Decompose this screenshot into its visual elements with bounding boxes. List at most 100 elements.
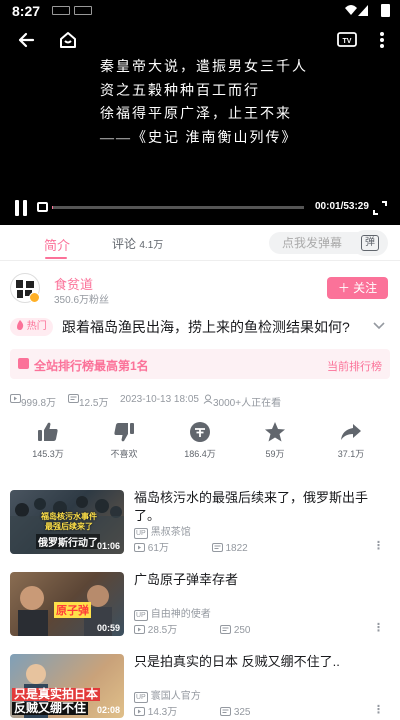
player-controls: 00:01/53:29 [0, 195, 400, 221]
video-stats: 999.8万 12.5万 2023-10-13 18:05 3000+人正在看 [10, 394, 390, 409]
more-menu-button[interactable] [370, 28, 394, 52]
recommended-danmaku-value: 250 [233, 625, 251, 636]
share-button[interactable]: 37.1万 [321, 420, 381, 464]
video-title-row: 热门 跟着福岛渔民出海，捞上来的鱼检测结果如何? [10, 316, 390, 340]
recommended-title: 福岛核污水的最强后续来了，俄罗斯出手了。 [134, 490, 369, 523]
recommended-uploader: UP 自由神的使者 [134, 605, 211, 621]
coin-count: 186.4万 [184, 449, 216, 459]
more-options-button[interactable]: ⋮ [373, 539, 384, 552]
play-count-icon [134, 543, 145, 552]
watching-count: 3000+人正在看 [203, 394, 281, 409]
thumbs-down-icon [114, 423, 134, 442]
danmaku-input[interactable]: 点我发弹幕 [269, 232, 361, 254]
star-icon [265, 422, 285, 442]
thumbnail-subcaption: 反贼又绷不住 [12, 701, 89, 715]
expand-button[interactable] [372, 318, 386, 336]
detail-tabs: 简介 评论 4.1万 点我发弹幕 弹 [0, 225, 400, 261]
recommended-views-value: 28.5万 [147, 625, 178, 636]
plus-icon: ＋ [337, 281, 350, 295]
watching-icon [203, 394, 213, 404]
tab-underline [45, 257, 67, 259]
progress-fill [52, 206, 53, 209]
recommended-uploader: UP 寰国人官方 [134, 687, 201, 703]
comment-count: 4.1万 [139, 240, 164, 251]
tv-icon: TV [337, 32, 357, 47]
recommended-views: 28.5万 [134, 625, 197, 636]
more-options-button[interactable]: ⋮ [373, 621, 384, 634]
thumbnail-subcaption: 俄罗斯行动了 [36, 534, 100, 549]
more-vertical-icon [380, 32, 384, 48]
play-count-icon [134, 625, 145, 634]
notification-icon [52, 6, 70, 15]
back-arrow-icon [18, 32, 35, 48]
subtitle-line: ——《史记 淮南衡山列传》 [100, 130, 298, 146]
back-button[interactable] [14, 28, 38, 52]
home-button[interactable] [56, 28, 80, 52]
battery-icon [381, 4, 390, 17]
rank-link[interactable]: 当前排行榜 [327, 358, 382, 374]
progress-knob[interactable] [37, 202, 48, 212]
recommended-video[interactable]: 福岛核污水事件最强后续来了 俄罗斯行动了 01:06 福岛核污水的最强后续来了，… [10, 490, 390, 556]
subtitle-line: 秦皇帝大说，遣振男女三千人 [100, 60, 308, 75]
thumbnail-caption: 原子弹 [54, 602, 91, 618]
up-tag: UP [134, 692, 148, 703]
video-player[interactable]: 8:27 TV 秦皇帝大说，遣振男女三千人 资之五榖种种百工而行 徐福得平原广泽… [0, 0, 400, 225]
video-subtitles: 秦皇帝大说，遣振男女三千人 资之五榖种种百工而行 徐福得平原广泽，止王不来 ——… [100, 56, 310, 150]
recommended-uploader: UP 黑叔茶馆 [134, 523, 191, 539]
fan-count: 350.6万粉丝 [54, 295, 110, 306]
recommended-views-value: 61万 [147, 543, 169, 554]
rank-banner[interactable]: 全站排行榜最高第1名 当前排行榜 [10, 349, 390, 379]
danmaku-toggle-button[interactable]: 弹 [352, 230, 388, 256]
recommended-danmaku: 1822 [211, 543, 268, 554]
like-count: 145.3万 [32, 449, 64, 459]
rank-text: 全站排行榜最高第1名 [34, 359, 149, 373]
tab-intro[interactable]: 简介 [44, 235, 70, 254]
coin-button[interactable]: 186.4万 [170, 420, 230, 464]
like-button[interactable]: 145.3万 [18, 420, 78, 464]
subtitle-line: 徐福得平原广泽，止王不来 [100, 107, 292, 122]
recommended-views-value: 14.3万 [147, 707, 178, 718]
publish-date: 2023-10-13 18:05 [120, 394, 199, 405]
recommended-video[interactable]: 只是真实拍日本 反贼又绷不住 02:08 只是拍真实的日本 反贼又绷不住了.. … [10, 654, 390, 720]
rank-chart-icon [18, 358, 29, 369]
tab-comments-label: 评论 [112, 237, 137, 251]
recommended-title: 广岛原子弹幸存者 [134, 572, 239, 587]
recommended-video[interactable]: 原子弹 00:59 广岛原子弹幸存者 UP 自由神的使者 28.5万 250 ⋮ [10, 572, 390, 638]
notification-icon [74, 6, 92, 15]
home-icon [60, 32, 76, 48]
recommended-danmaku-value: 325 [233, 707, 251, 718]
danmaku-icon: 弹 [361, 235, 379, 251]
progress-track[interactable] [52, 206, 304, 209]
follow-button[interactable]: ＋ 关注 [327, 277, 388, 299]
share-icon [341, 424, 361, 440]
fullscreen-button[interactable] [372, 200, 388, 221]
pause-button[interactable] [13, 199, 29, 217]
status-time: 8:27 [12, 3, 41, 19]
verified-badge-icon [29, 292, 40, 303]
status-bar: 8:27 [0, 0, 400, 22]
favorite-button[interactable]: 59万 [245, 420, 305, 464]
video-duration: 02:08 [96, 705, 120, 715]
dislike-button[interactable]: 不喜欢 [94, 420, 154, 464]
recommended-uploader-name: 寰国人官方 [150, 691, 201, 702]
video-duration: 01:06 [96, 541, 120, 551]
up-tag: UP [134, 610, 148, 621]
svg-text:TV: TV [343, 38, 352, 45]
recommended-views: 14.3万 [134, 707, 197, 718]
view-count-value: 999.8万 [21, 398, 57, 409]
video-duration: 00:59 [96, 623, 120, 633]
thumbnail-caption: 只是真实拍日本 [12, 687, 101, 701]
coin-icon [190, 422, 210, 442]
tab-comments[interactable]: 评论 4.1万 [112, 235, 163, 252]
thumbs-up-icon [38, 422, 58, 441]
danmaku-count: 12.5万 [68, 394, 108, 409]
time-display: 00:01/53:29 [315, 201, 369, 212]
subtitle-line: 资之五榖种种百工而行 [100, 83, 260, 99]
share-count: 37.1万 [337, 449, 365, 459]
more-options-button[interactable]: ⋮ [373, 703, 384, 716]
recommended-stats: 28.5万 250 [134, 621, 291, 636]
cast-button[interactable]: TV [335, 28, 359, 52]
up-tag: UP [134, 528, 148, 539]
action-bar: 145.3万 不喜欢 186.4万 59万 37.1万 [0, 420, 400, 464]
follow-label: 关注 [353, 281, 378, 295]
